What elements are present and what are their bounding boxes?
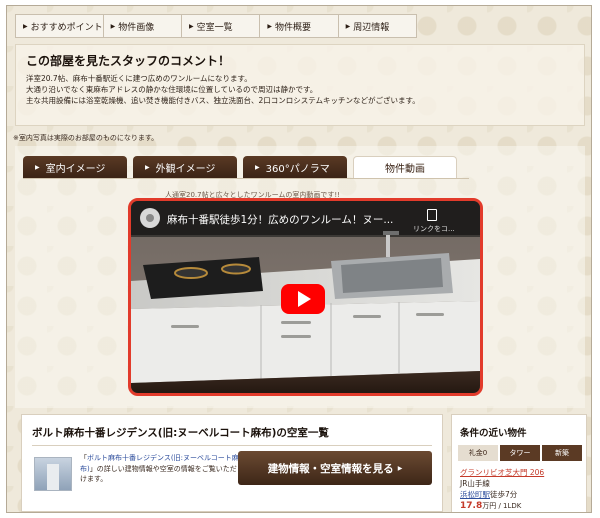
tab-tower[interactable]: タワー [500,445,540,461]
price-value: 17.8 [460,501,483,511]
right-triangle-icon: ▶ [397,464,403,472]
nav-item-images[interactable]: ▶ 物件画像 [104,15,182,37]
desc-text: 」の詳しい建物情報や空室の情報をご覧いただけます。 [80,464,237,484]
tab-no-key-money[interactable]: 礼金0 [458,445,498,461]
nav-item-label: 物件画像 [118,22,155,33]
tab-label: 360°パノラマ [265,163,330,175]
nav-item-label: 周辺情報 [353,22,390,33]
price-unit: 万円 / 1LDK [482,502,522,510]
vacancy-listing: ボルト麻布十番レジデンス(旧:ヌーベルコート麻布)の空室一覧 「ボルト麻布十番レ… [21,414,443,512]
station-link[interactable]: 浜松町駅 [460,490,490,499]
property-card: グランリビオ芝大門 206 JR山手線 浜松町駅徒歩7分 17.8万円 / 1L… [460,467,582,512]
photo-note: ※室内写真は実際のお部屋のものになります。 [13,134,159,142]
listing-title: ボルト麻布十番レジデンス(旧:ヌーベルコート麻布)の空室一覧 [32,427,329,439]
tab-exterior[interactable]: ▶ 外観イメージ [133,156,237,178]
tab-video[interactable]: 物件動画 [353,156,457,178]
copy-link-label: リンクをコ... [413,225,455,233]
top-nav: ▶ おすすめポイント ▶ 物件画像 ▶ 空室一覧 ▶ 物件概要 ▶ 周辺情報 [15,14,417,38]
tab-divider [23,178,469,179]
staff-comment-title: この部屋を見たスタッフのコメント！ [26,54,231,68]
building-thumbnail[interactable] [34,457,72,491]
tab-panorama[interactable]: ▶ 360°パノラマ [243,156,347,178]
staff-comment-line: 主な共用設備には浴室乾燥機、追い焚き機能付きバス、独立洗面台、2口コンロシステム… [26,96,420,105]
nav-item-recommend[interactable]: ▶ おすすめポイント [16,15,104,37]
nav-item-vacancies[interactable]: ▶ 空室一覧 [182,15,261,37]
listing-description: 「ボルト麻布十番レジデンス(旧:ヌーベルコート麻布)」の詳しい建物情報や空室の情… [80,453,240,485]
staff-comment: この部屋を見たスタッフのコメント！ 洋室20.7帖、麻布十番駅近くに建つ広めのワ… [15,44,585,126]
tab-label: 物件動画 [385,164,425,175]
property-line: JR山手線 [460,479,490,488]
tab-interior[interactable]: ▶ 室内イメージ [23,156,127,178]
nav-item-label: 物件概要 [274,22,311,33]
walk-time: 徒歩7分 [490,490,518,499]
copy-link-icon[interactable] [427,209,437,221]
right-triangle-icon: ▶ [188,22,194,30]
property-access: 浜松町駅徒歩7分 [460,489,582,500]
tab-label: 室内イメージ [45,163,106,175]
nav-item-overview[interactable]: ▶ 物件概要 [260,15,339,37]
youtube-play-icon[interactable] [281,284,325,314]
right-triangle-icon: ▶ [267,22,272,30]
nav-item-label: おすすめポイント [30,22,103,33]
nav-item-surroundings[interactable]: ▶ 周辺情報 [339,15,416,37]
right-triangle-icon: ▶ [110,22,116,30]
media-tabs: ▶ 室内イメージ ▶ 外観イメージ ▶ 360°パノラマ 物件動画 [23,156,457,178]
tab-label: 外観イメージ [155,163,216,175]
right-triangle-icon: ▶ [345,22,351,30]
right-triangle-icon: ▶ [23,22,28,30]
staff-comment-line: 洋室20.7帖、麻布十番駅近くに建つ広めのワンルームになります。 [26,74,252,83]
tab-new-build[interactable]: 新築 [542,445,582,461]
channel-avatar-icon[interactable] [140,208,160,228]
listing-divider [32,445,432,446]
right-triangle-icon: ▶ [35,163,40,171]
nav-item-label: 空室一覧 [196,22,233,33]
video-title[interactable]: 麻布十番駅徒歩1分！広めのワンルーム！ヌー... [167,212,393,227]
similar-properties-title: 条件の近い物件 [460,428,527,439]
media-panel: ▶ 室内イメージ ▶ 外観イメージ ▶ 360°パノラマ 物件動画 人通室20.7帖と… [15,146,585,408]
desc-text: 「 [80,454,87,462]
staff-comment-line: 大通り沿いでなく東麻布アドレスの静かな住環境に位置しているので周辺は静かです。 [26,85,318,94]
right-triangle-icon: ▶ [255,163,260,171]
right-triangle-icon: ▶ [145,163,150,171]
view-building-info-button[interactable]: 建物情報・空室情報を見る ▶ [238,451,432,485]
property-price: 17.8万円 / 1LDK [460,500,582,512]
property-name-link[interactable]: グランリビオ芝大門 206 [460,467,582,478]
video-player[interactable]: 麻布十番駅徒歩1分！広めのワンルーム！ヌー... リンクをコ... [128,198,483,396]
page-frame: ▶ おすすめポイント ▶ 物件画像 ▶ 空室一覧 ▶ 物件概要 ▶ 周辺情報 この部屋を見… [6,5,592,513]
similar-tabs: 礼金0 タワー 新築 [458,445,582,461]
similar-properties: 条件の近い物件 礼金0 タワー 新築 グランリビオ芝大門 206 JR山手線 浜… [451,414,587,512]
cta-label: 建物情報・空室情報を見る [267,462,394,475]
